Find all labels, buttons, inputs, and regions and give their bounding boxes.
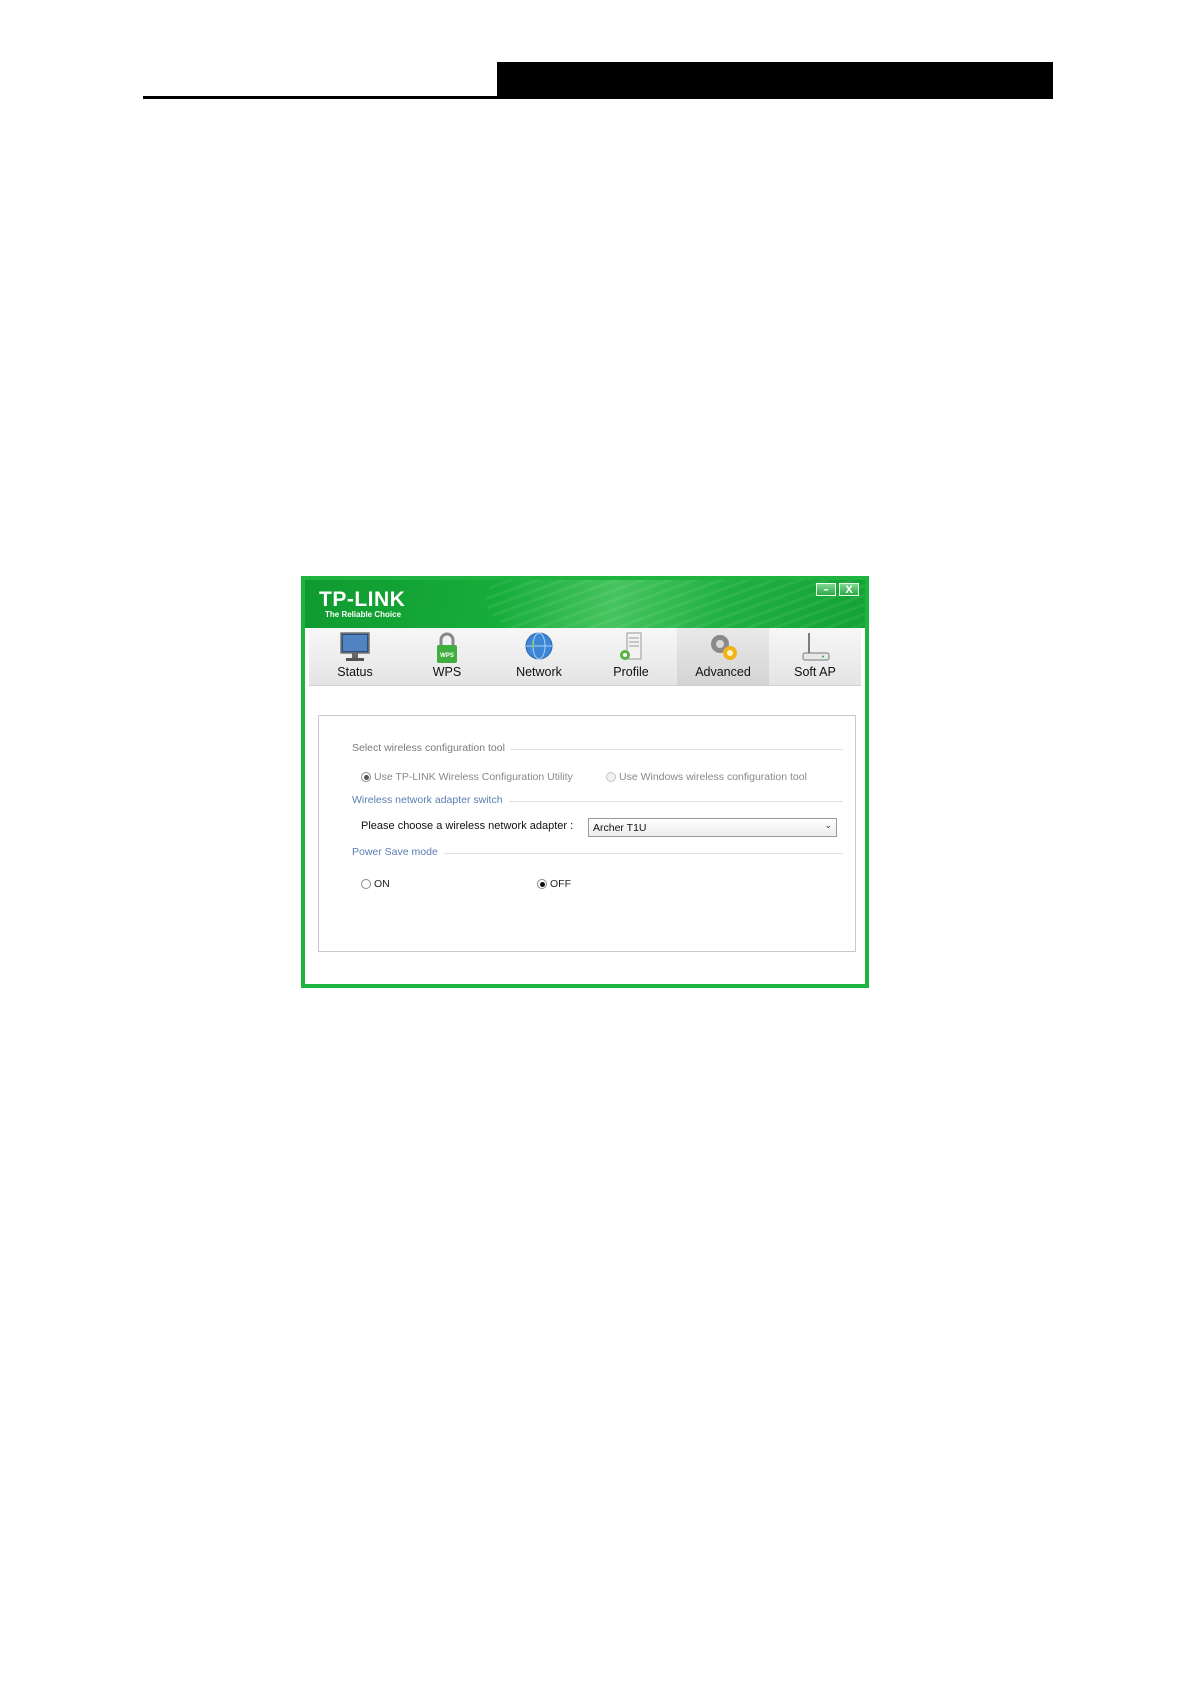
title-bar: TP-LINK The Reliable Choice – X — [305, 580, 865, 628]
tab-soft-ap-label: Soft AP — [794, 665, 836, 679]
use-tplink-utility-label: Use TP-LINK Wireless Configuration Utili… — [374, 771, 573, 783]
brand-logo: TP-LINK — [319, 588, 406, 611]
page-header-bar — [497, 62, 1053, 99]
use-tplink-utility-option[interactable]: Use TP-LINK Wireless Configuration Utili… — [361, 771, 573, 783]
tab-advanced-label: Advanced — [695, 665, 751, 679]
brand-tagline: The Reliable Choice — [325, 610, 402, 619]
gears-icon — [711, 635, 737, 660]
tab-soft-ap[interactable]: Soft AP — [769, 628, 861, 685]
tab-network[interactable]: Network — [493, 628, 585, 685]
svg-text:WPS: WPS — [440, 653, 454, 659]
close-button[interactable]: X — [839, 583, 859, 596]
tab-profile-label: Profile — [613, 665, 649, 679]
tab-wps[interactable]: WPS WPS — [401, 628, 493, 685]
power-save-off-option[interactable]: OFF — [537, 878, 571, 890]
main-toolbar: Status WPS WPS Network Profile Advanced … — [309, 628, 861, 686]
adapter-select-value: Archer T1U — [593, 821, 647, 834]
tab-wps-label: WPS — [432, 665, 462, 679]
power-save-on-option[interactable]: ON — [361, 878, 390, 890]
use-windows-tool-option[interactable]: Use Windows wireless configuration tool — [606, 771, 807, 783]
tab-network-label: Network — [516, 665, 562, 679]
use-tplink-utility-radio[interactable] — [361, 772, 371, 782]
monitor-icon — [340, 632, 370, 661]
wps-lock-icon: WPS — [437, 632, 457, 663]
adapter-select[interactable]: Archer T1U ⌄ — [588, 818, 837, 837]
tplink-utility-window: TP-LINK The Reliable Choice – X Status W… — [301, 576, 869, 988]
tab-status-label: Status — [337, 665, 373, 679]
adapter-switch-heading: Wireless network adapter switch — [352, 794, 509, 806]
use-windows-tool-radio[interactable] — [606, 772, 616, 782]
power-save-off-label: OFF — [550, 878, 571, 890]
power-save-heading: Power Save mode — [352, 846, 444, 858]
globe-icon — [525, 632, 553, 660]
advanced-settings-panel: Select wireless configuration tool Use T… — [318, 715, 856, 952]
use-windows-tool-label: Use Windows wireless configuration tool — [619, 771, 807, 783]
power-save-off-radio[interactable] — [537, 879, 547, 889]
tab-profile[interactable]: Profile — [585, 628, 677, 685]
profile-document-icon — [620, 632, 642, 660]
tab-advanced[interactable]: Advanced — [677, 628, 769, 685]
power-save-on-radio[interactable] — [361, 879, 371, 889]
page-header-rule — [143, 96, 497, 99]
minimize-button[interactable]: – — [816, 583, 836, 596]
router-icon — [802, 633, 830, 661]
chevron-down-icon: ⌄ — [824, 821, 832, 831]
tab-status[interactable]: Status — [309, 628, 401, 685]
adapter-select-label: Please choose a wireless network adapter… — [361, 820, 574, 832]
power-save-on-label: ON — [374, 878, 390, 890]
config-tool-heading: Select wireless configuration tool — [352, 742, 511, 754]
